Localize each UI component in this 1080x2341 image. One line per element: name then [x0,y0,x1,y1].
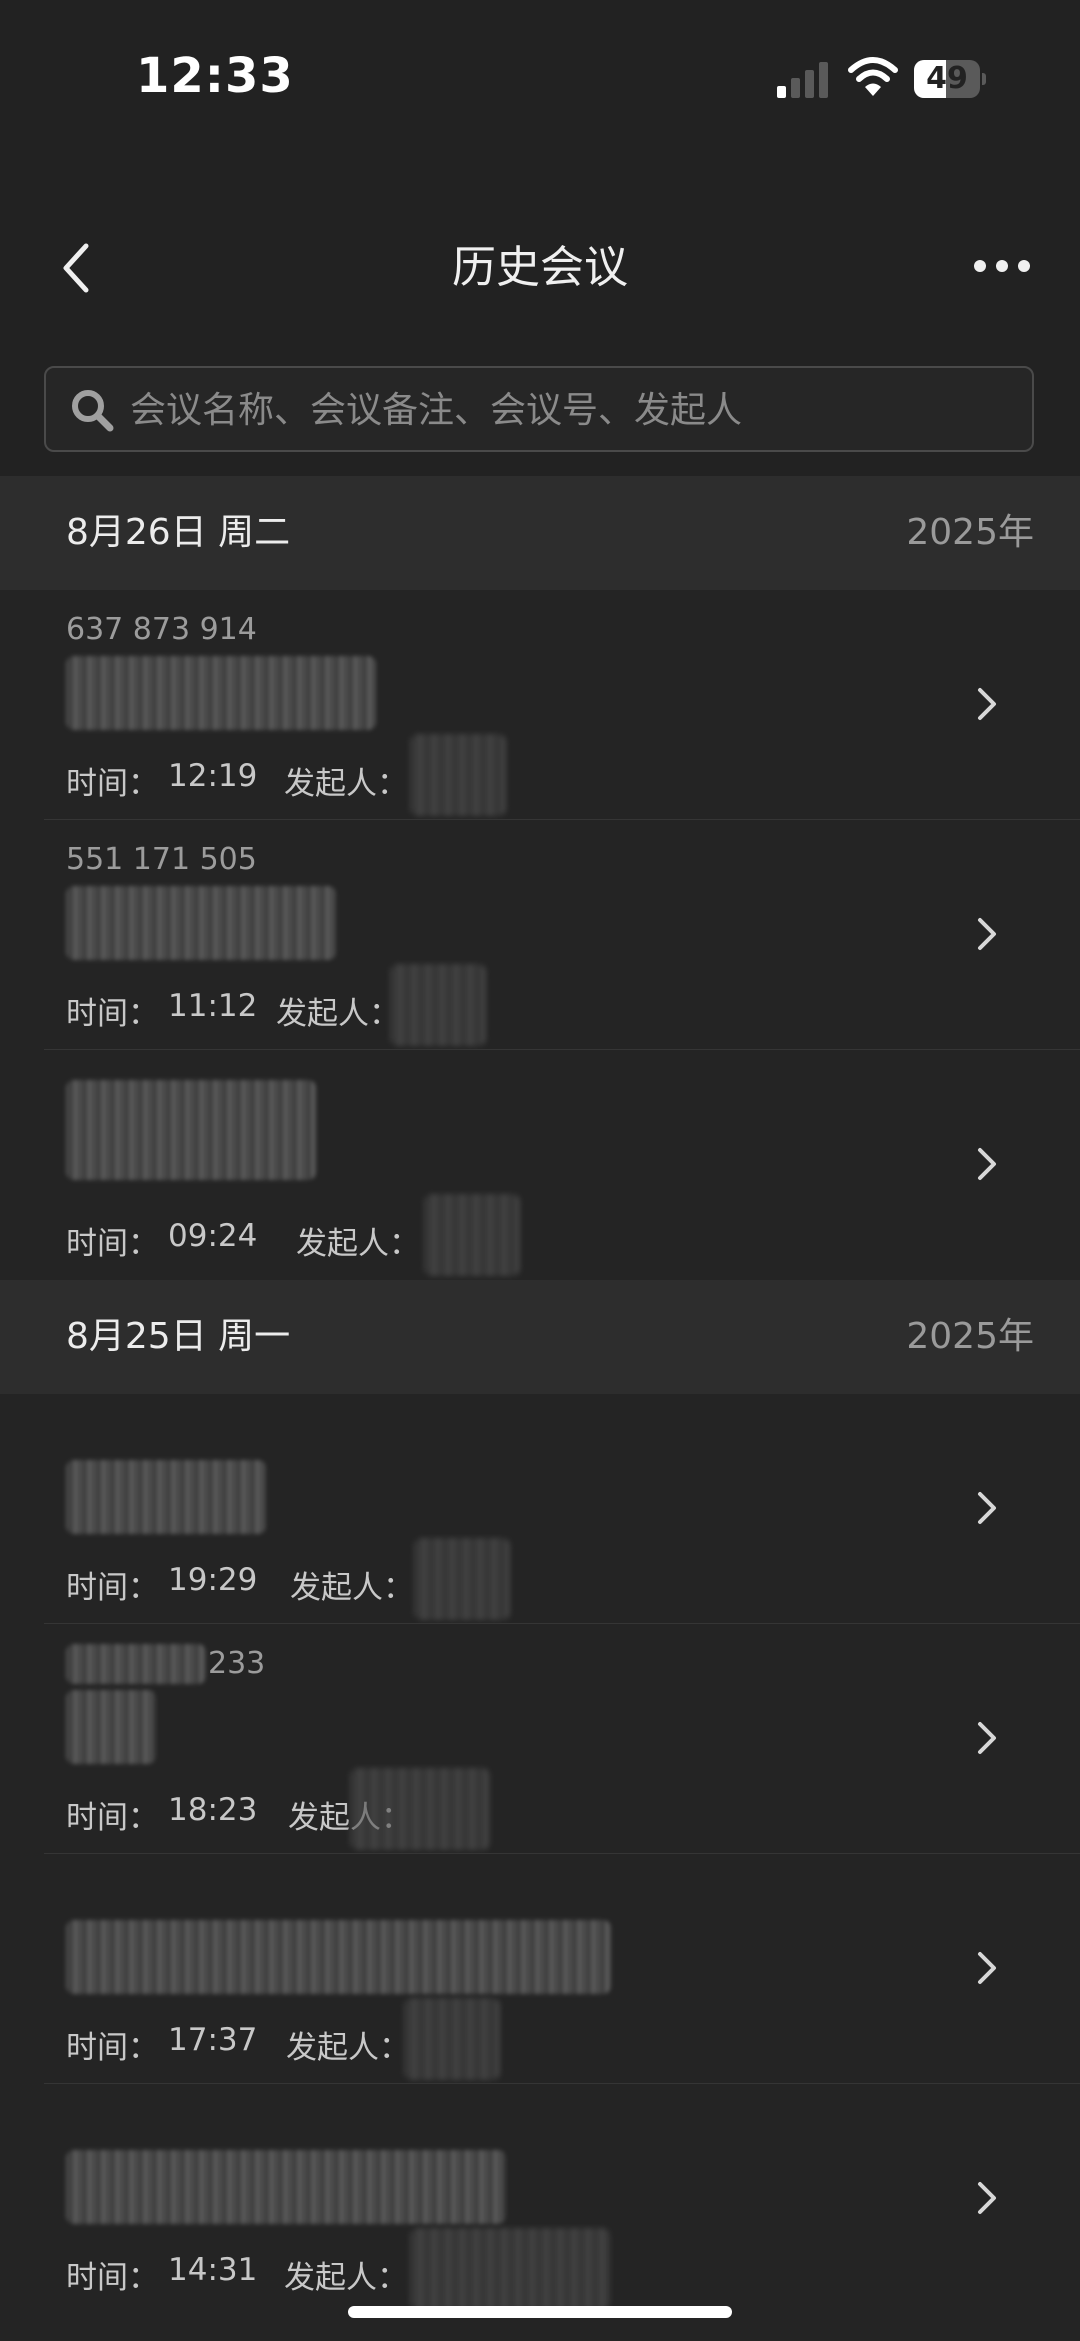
more-horizontal-icon[interactable] [972,256,1032,276]
host-name-redacted [404,1998,500,2080]
meeting-name-redacted [66,2150,506,2224]
time-label: 时间： [66,1570,159,1606]
page-title: 历史会议 [452,242,628,293]
chevron-right-icon [978,1722,996,1754]
status-bar: 12:33 49 [0,0,1080,150]
meeting-name-redacted [66,1080,316,1180]
time-label: 时间： [66,2260,159,2296]
meeting-id: 551 171 505 [66,842,257,877]
meeting-name-redacted [66,656,376,730]
battery-nub [982,73,986,85]
battery-level: 49 [926,61,968,96]
section-year: 2025年 [906,1316,1034,1357]
host-name-redacted [350,1768,490,1850]
wifi-icon [848,57,898,96]
meeting-row[interactable]: 时间： 17:37 发起人： [0,1854,1080,2084]
search-input[interactable] [128,368,1012,452]
meeting-time: 09:24 [168,1218,258,1254]
host-name-redacted [410,734,506,816]
host-name-redacted [424,1194,520,1276]
time-label: 时间： [66,1800,159,1836]
section-date: 8月26日 周二 [66,512,291,553]
chevron-right-icon [978,1148,996,1180]
chevron-right-icon [978,688,996,720]
host-label: 发起人： [276,996,400,1032]
meeting-name-redacted [66,1690,156,1764]
meeting-time: 12:19 [168,758,258,794]
host-name-redacted [414,1538,510,1620]
meeting-row[interactable]: 551 171 505 时间： 11:12 发起人： [0,820,1080,1050]
host-label: 发起人： [284,2260,408,2296]
cellular-signal-icon [777,62,828,98]
host-label: 发起人： [286,2030,410,2066]
chevron-right-icon [978,1492,996,1524]
meeting-time: 14:31 [168,2252,258,2288]
meeting-row[interactable]: 637 873 914 时间： 12:19 发起人： [0,590,1080,820]
host-name-redacted [390,964,486,1046]
status-time: 12:33 [136,48,294,104]
section-header: 8月25日 周一 2025年 [0,1280,1080,1394]
battery-body: 49 [914,60,980,98]
meeting-row[interactable]: 时间： 19:29 发起人： [0,1394,1080,1624]
meeting-name-redacted [66,1460,266,1534]
meeting-row[interactable]: 时间： 14:31 发起人： [0,2084,1080,2341]
host-label: 发起人： [290,1570,414,1606]
meeting-name-redacted [66,886,336,960]
meeting-row[interactable]: 时间： 09:24 发起人： [0,1050,1080,1280]
chevron-right-icon [978,2182,996,2214]
meeting-id-redacted [66,1644,206,1684]
host-label: 发起人： [296,1226,420,1262]
meeting-id: 637 873 914 [66,612,257,647]
section-date: 8月25日 周一 [66,1316,291,1357]
meeting-row[interactable]: 233 时间： 18:23 发起人： [0,1624,1080,1854]
meeting-time: 17:37 [168,2022,258,2058]
host-label: 发起人： [284,766,408,802]
section-year: 2025年 [906,512,1034,553]
chevron-right-icon [978,1952,996,1984]
time-label: 时间： [66,996,159,1032]
time-label: 时间： [66,766,159,802]
meeting-time: 19:29 [168,1562,258,1598]
chevron-right-icon [978,918,996,950]
battery-indicator: 49 [914,60,986,98]
meeting-name-redacted [66,1920,611,1994]
meeting-time: 11:12 [168,988,258,1024]
time-label: 时间： [66,1226,159,1262]
meeting-time: 18:23 [168,1792,258,1828]
meeting-id: 233 [208,1646,266,1681]
search-box[interactable] [44,366,1034,452]
search-icon [72,390,114,432]
section-header: 8月26日 周二 2025年 [0,476,1080,590]
home-indicator [348,2306,732,2318]
time-label: 时间： [66,2030,159,2066]
host-name-redacted [410,2228,610,2310]
